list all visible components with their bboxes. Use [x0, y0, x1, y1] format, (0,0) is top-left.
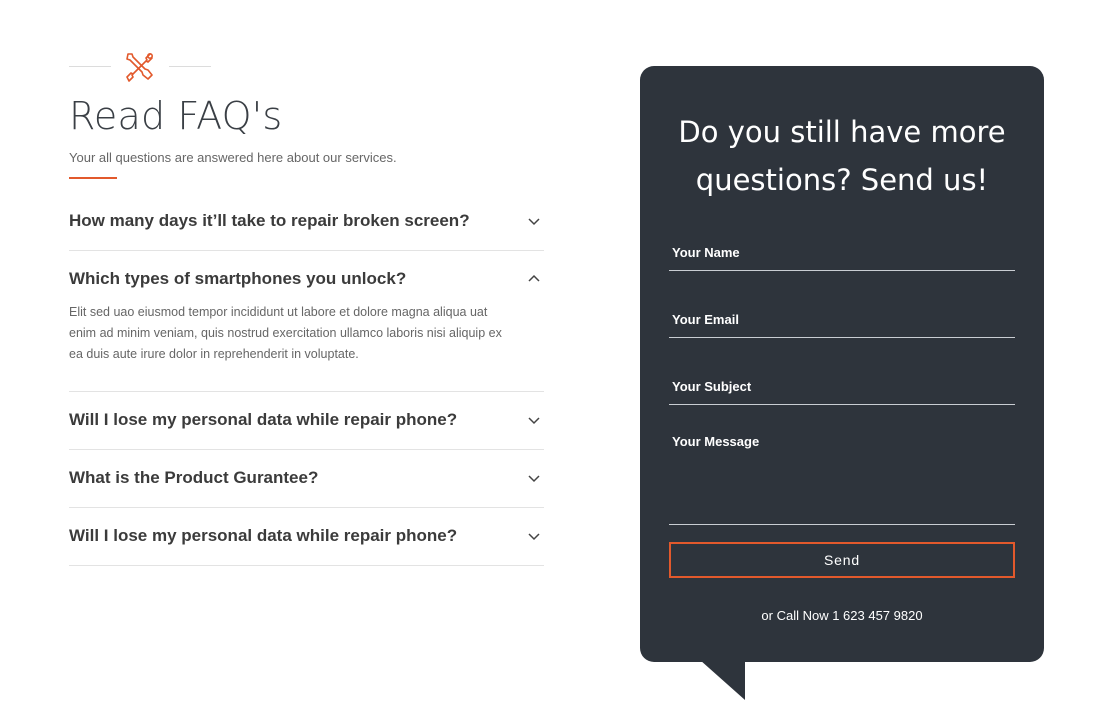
divider — [69, 66, 111, 67]
faq-question-text: What is the Product Gurantee? — [69, 468, 319, 488]
faq-item: How many days it’ll take to repair broke… — [69, 193, 544, 251]
accent-underline — [69, 176, 117, 179]
chevron-down-icon — [528, 475, 540, 483]
name-input[interactable] — [669, 234, 1015, 270]
chevron-down-icon — [528, 417, 540, 425]
call-now-text: or Call Now 1 623 457 9820 — [761, 608, 923, 623]
message-input[interactable] — [669, 428, 1015, 524]
divider — [169, 66, 211, 67]
faq-question-text: How many days it’ll take to repair broke… — [69, 211, 470, 231]
page-title: Read FAQ's — [69, 94, 283, 138]
faq-list: How many days it’ll take to repair broke… — [69, 193, 544, 566]
faq-item: Which types of smartphones you unlock? E… — [69, 251, 544, 392]
faq-item: What is the Product Gurantee? — [69, 450, 544, 508]
faq-question-text: Will I lose my personal data while repai… — [69, 410, 458, 430]
faq-question-text: Will I lose my personal data while repai… — [69, 526, 458, 546]
faq-section: Read FAQ's Your all questions are answer… — [69, 48, 544, 566]
faq-item: Will I lose my personal data while repai… — [69, 392, 544, 450]
faq-answer: Elit sed uao eiusmod tempor incididunt u… — [69, 304, 502, 361]
chevron-down-icon — [528, 218, 540, 226]
email-field — [669, 301, 1015, 338]
subject-field — [669, 368, 1015, 405]
speech-bubble-tail — [700, 660, 745, 700]
message-field — [669, 428, 1015, 525]
subject-input[interactable] — [669, 368, 1015, 404]
faq-question-toggle[interactable]: Will I lose my personal data while repai… — [69, 392, 544, 449]
tools-icon — [126, 52, 153, 82]
send-button[interactable]: Send — [669, 542, 1015, 578]
faq-question-toggle[interactable]: How many days it’ll take to repair broke… — [69, 193, 544, 250]
name-field — [669, 234, 1015, 271]
chevron-up-icon — [528, 275, 540, 282]
faq-question-toggle[interactable]: Will I lose my personal data while repai… — [69, 508, 544, 565]
faq-item: Will I lose my personal data while repai… — [69, 508, 544, 566]
section-decoration — [69, 48, 211, 84]
contact-panel: Do you still have more questions? Send u… — [640, 66, 1044, 662]
contact-heading: Do you still have more questions? Send u… — [678, 115, 1006, 197]
faq-question-toggle[interactable]: What is the Product Gurantee? — [69, 450, 544, 507]
faq-question-text: Which types of smartphones you unlock? — [69, 269, 407, 289]
faq-question-toggle[interactable]: Which types of smartphones you unlock? — [69, 251, 544, 308]
page-subtitle: Your all questions are answered here abo… — [69, 149, 397, 165]
email-input[interactable] — [669, 301, 1015, 337]
chevron-down-icon — [528, 533, 540, 541]
